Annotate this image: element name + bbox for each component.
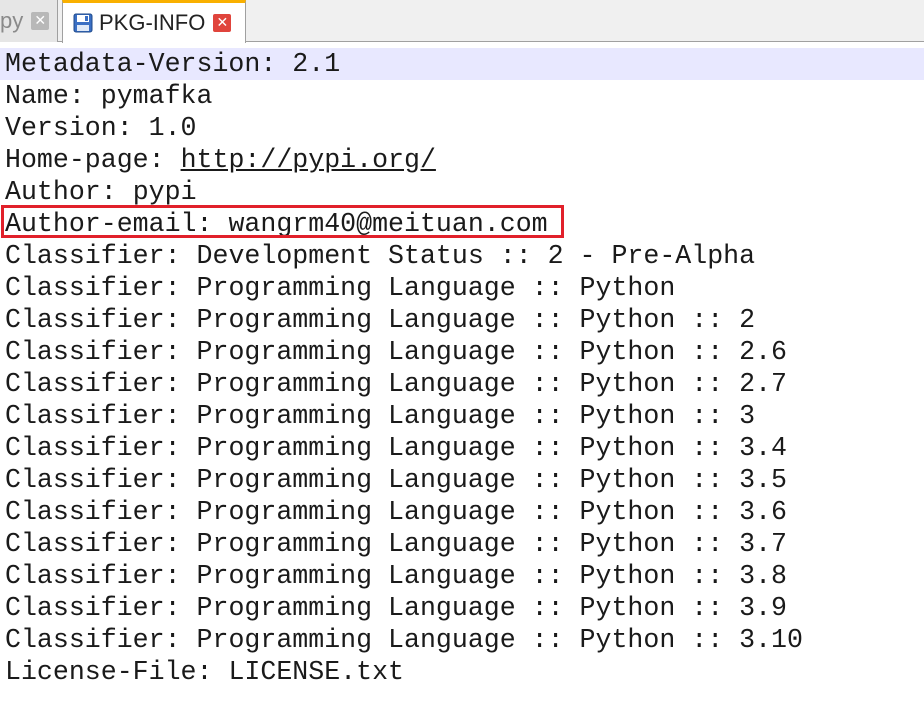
editor-line: Author-email: wangrm40@meituan.com xyxy=(0,208,924,240)
editor-line: Classifier: Programming Language :: Pyth… xyxy=(0,528,924,560)
field-key: Home-page: xyxy=(5,145,165,175)
editor-line: Classifier: Development Status :: 2 - Pr… xyxy=(0,240,924,272)
field-value: pypi xyxy=(132,177,197,207)
save-icon xyxy=(73,13,93,33)
field-key: Classifier: xyxy=(5,561,181,591)
editor-line: Classifier: Programming Language :: Pyth… xyxy=(0,336,924,368)
field-value: LICENSE.txt xyxy=(228,657,404,687)
editor-line: Classifier: Programming Language :: Pyth… xyxy=(0,624,924,656)
close-icon[interactable]: ✕ xyxy=(213,14,232,32)
field-key: Classifier: xyxy=(5,241,181,271)
field-key: Version: xyxy=(5,113,133,143)
field-key: Classifier: xyxy=(5,529,181,559)
field-key: Classifier: xyxy=(5,337,181,367)
editor-line: Classifier: Programming Language :: Pyth… xyxy=(0,304,924,336)
field-key: Classifier: xyxy=(5,305,181,335)
field-value: Programming Language :: Python :: 2.6 xyxy=(196,337,788,367)
field-key: Classifier: xyxy=(5,465,181,495)
field-key: Classifier: xyxy=(5,497,181,527)
editor-line: Classifier: Programming Language :: Pyth… xyxy=(0,592,924,624)
field-value: Programming Language :: Python xyxy=(196,273,676,303)
field-value: Programming Language :: Python :: 3 xyxy=(196,401,756,431)
editor-line: Metadata-Version: 2.1 xyxy=(0,48,924,80)
field-value: pymafka xyxy=(100,81,213,111)
field-key: Classifier: xyxy=(5,401,181,431)
field-value: Programming Language :: Python :: 3.7 xyxy=(196,529,788,559)
text-editor[interactable]: Metadata-Version: 2.1 Name: pymafka Vers… xyxy=(0,48,924,722)
tab-bar: py ✕ PKG-INFO ✕ xyxy=(0,0,924,43)
field-value: Programming Language :: Python :: 3.10 xyxy=(196,625,803,655)
editor-line: Classifier: Programming Language :: Pyth… xyxy=(0,368,924,400)
editor-line: Classifier: Programming Language :: Pyth… xyxy=(0,560,924,592)
field-value: Programming Language :: Python :: 3.9 xyxy=(196,593,788,623)
home-page-link[interactable]: http://pypi.org/ xyxy=(181,145,436,175)
editor-line: Classifier: Programming Language :: Pyth… xyxy=(0,272,924,304)
tab-py[interactable]: py ✕ xyxy=(0,0,58,42)
editor-line: Classifier: Programming Language :: Pyth… xyxy=(0,464,924,496)
editor-line: License-File: LICENSE.txt xyxy=(0,656,924,688)
field-key: Name: xyxy=(5,81,85,111)
editor-line: Author: pypi xyxy=(0,176,924,208)
field-value: Programming Language :: Python :: 2.7 xyxy=(196,369,788,399)
tab-pkg-info[interactable]: PKG-INFO ✕ xyxy=(62,0,246,43)
editor-line: Classifier: Programming Language :: Pyth… xyxy=(0,496,924,528)
tab-label: py xyxy=(0,8,24,33)
editor-line: Home-page: http://pypi.org/ xyxy=(0,144,924,176)
field-key: License-File: xyxy=(5,657,213,687)
field-key: Author: xyxy=(5,177,117,207)
field-key: Metadata-Version: xyxy=(5,49,277,79)
field-value: Programming Language :: Python :: 3.8 xyxy=(196,561,788,591)
tab-label: PKG-INFO xyxy=(99,10,206,35)
editor-line: Classifier: Programming Language :: Pyth… xyxy=(0,400,924,432)
field-key: Classifier: xyxy=(5,369,181,399)
editor-line: Name: pymafka xyxy=(0,80,924,112)
field-key: Classifier: xyxy=(5,593,181,623)
editor-line: Classifier: Programming Language :: Pyth… xyxy=(0,432,924,464)
field-key: Classifier: xyxy=(5,273,181,303)
close-icon[interactable]: ✕ xyxy=(31,12,50,30)
field-key: Classifier: xyxy=(5,433,181,463)
editor-window: py ✕ PKG-INFO ✕ Metadata-Version: 2.1 Na… xyxy=(0,0,924,722)
editor-line: Version: 1.0 xyxy=(0,112,924,144)
field-key: Classifier: xyxy=(5,625,181,655)
field-key: Author-email: xyxy=(5,209,213,239)
field-value: Programming Language :: Python :: 3.5 xyxy=(196,465,788,495)
field-value: 2.1 xyxy=(292,49,341,79)
field-value: Programming Language :: Python :: 2 xyxy=(196,305,756,335)
field-value: Development Status :: 2 - Pre-Alpha xyxy=(196,241,756,271)
field-value: wangrm40@meituan.com xyxy=(228,209,548,239)
field-value: 1.0 xyxy=(148,113,197,143)
field-value: Programming Language :: Python :: 3.6 xyxy=(196,497,788,527)
field-value: Programming Language :: Python :: 3.4 xyxy=(196,433,788,463)
